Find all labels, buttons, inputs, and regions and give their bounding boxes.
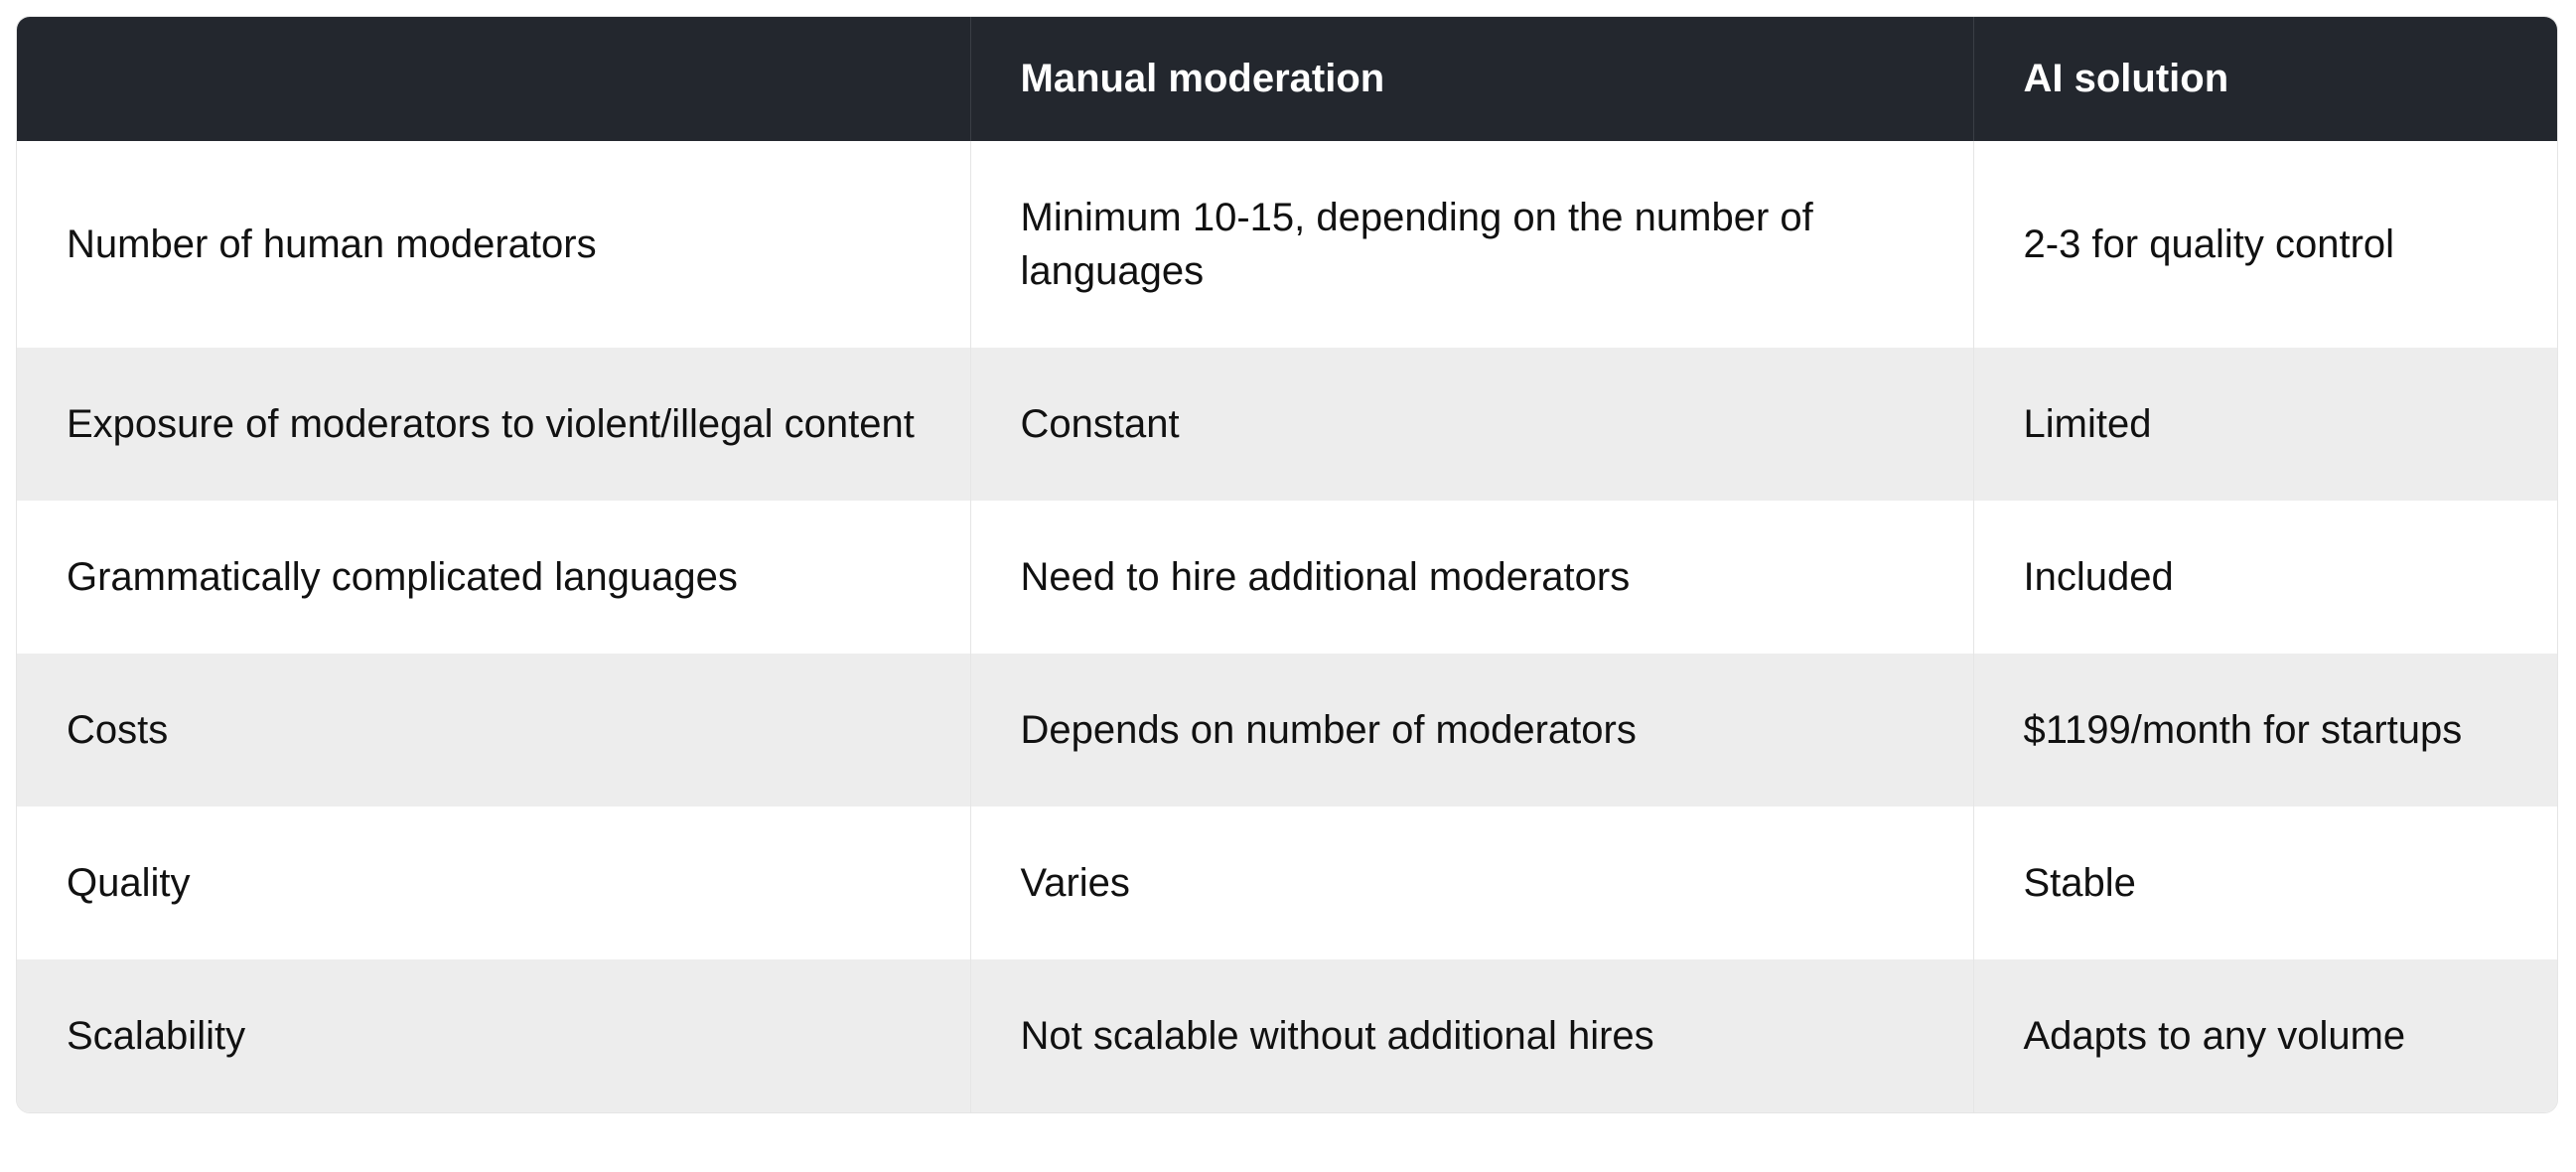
cell-ai: Limited bbox=[1973, 348, 2558, 501]
row-label: Costs bbox=[17, 654, 970, 806]
cell-ai: $1199/month for startups bbox=[1973, 654, 2558, 806]
cell-manual: Minimum 10-15, depending on the number o… bbox=[970, 141, 1973, 348]
cell-ai: 2-3 for quality control bbox=[1973, 141, 2558, 348]
row-label: Scalability bbox=[17, 959, 970, 1112]
row-label: Exposure of moderators to violent/illega… bbox=[17, 348, 970, 501]
cell-manual: Depends on number of moderators bbox=[970, 654, 1973, 806]
table-header-row: Manual moderation AI solution bbox=[17, 17, 2558, 141]
table-row: Scalability Not scalable without additio… bbox=[17, 959, 2558, 1112]
cell-manual: Not scalable without additional hires bbox=[970, 959, 1973, 1112]
table-row: Grammatically complicated languages Need… bbox=[17, 501, 2558, 654]
table-row: Number of human moderators Minimum 10-15… bbox=[17, 141, 2558, 348]
table-row: Quality Varies Stable bbox=[17, 806, 2558, 959]
row-label: Number of human moderators bbox=[17, 141, 970, 348]
comparison-table: Manual moderation AI solution Number of … bbox=[16, 16, 2558, 1113]
header-ai-solution: AI solution bbox=[1973, 17, 2558, 141]
table: Manual moderation AI solution Number of … bbox=[17, 17, 2558, 1112]
table-row: Exposure of moderators to violent/illega… bbox=[17, 348, 2558, 501]
cell-ai: Adapts to any volume bbox=[1973, 959, 2558, 1112]
cell-manual: Constant bbox=[970, 348, 1973, 501]
cell-manual: Varies bbox=[970, 806, 1973, 959]
row-label: Grammatically complicated languages bbox=[17, 501, 970, 654]
cell-ai: Stable bbox=[1973, 806, 2558, 959]
header-manual-moderation: Manual moderation bbox=[970, 17, 1973, 141]
header-empty bbox=[17, 17, 970, 141]
row-label: Quality bbox=[17, 806, 970, 959]
table-row: Costs Depends on number of moderators $1… bbox=[17, 654, 2558, 806]
cell-manual: Need to hire additional moderators bbox=[970, 501, 1973, 654]
cell-ai: Included bbox=[1973, 501, 2558, 654]
